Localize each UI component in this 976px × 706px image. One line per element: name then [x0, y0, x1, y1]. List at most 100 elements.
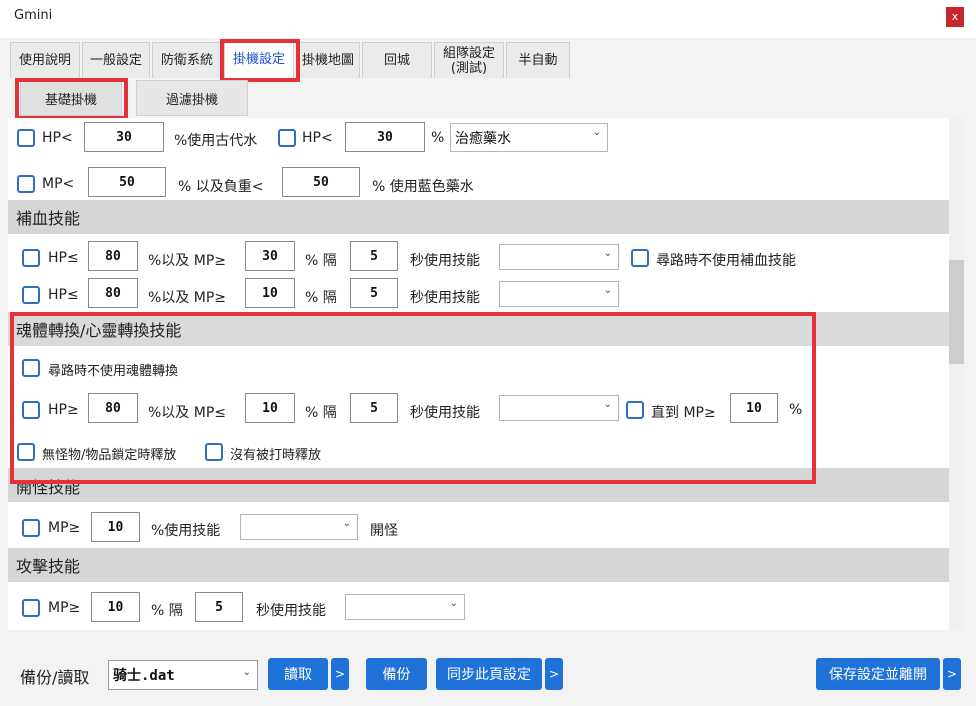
open-mp-label: MP≥ [48, 520, 81, 536]
tab-usage[interactable]: 使用說明 [10, 42, 80, 78]
no-soul-pathing-checkbox[interactable] [22, 359, 40, 377]
mp-label: MP< [42, 176, 75, 192]
tab-afk-settings[interactable]: 掛機設定 [224, 40, 294, 78]
until-mp-input[interactable]: 10 [730, 393, 778, 423]
scrollbar-thumb[interactable] [949, 260, 964, 364]
heal2-use-skill-label: 秒使用技能 [410, 290, 480, 306]
blue-water-label: % 使用藍色藥水 [372, 179, 474, 195]
sync-page-button[interactable]: 同步此頁設定 [436, 658, 542, 690]
heal1-mp-input[interactable]: 30 [245, 241, 295, 271]
save-exit-button[interactable]: 保存設定並離開 [816, 658, 940, 690]
open-use-skill-label: %使用技能 [151, 523, 221, 539]
bottom-bar: 備份/讀取 骑士.dat ⌄ 讀取 > 備份 同步此頁設定 > 保存設定並離開 … [0, 630, 976, 706]
no-soul-pathing-label: 尋路時不使用魂體轉換 [48, 364, 179, 379]
subtab-filter-afk[interactable]: 過濾掛機 [136, 80, 248, 116]
soul-hp-input[interactable]: 80 [88, 393, 138, 423]
mp-blue-water-checkbox[interactable] [17, 175, 35, 193]
heal2-mp-input[interactable]: 10 [245, 278, 295, 308]
soul-sec-input[interactable]: 5 [350, 393, 398, 423]
open-checkbox[interactable] [22, 519, 40, 537]
chevron-down-icon: ⌄ [342, 518, 351, 529]
soul-use-skill-label: 秒使用技能 [410, 405, 480, 421]
soul-checkbox[interactable] [22, 401, 40, 419]
chevron-down-icon: ⌄ [603, 399, 612, 410]
read-button[interactable]: 讀取 [268, 658, 328, 690]
chevron-down-icon: ⌄ [592, 127, 601, 138]
backup-button[interactable]: 備份 [366, 658, 427, 690]
open-section-header: 開怪技能 [8, 468, 949, 502]
chevron-down-icon: ⌄ [449, 598, 458, 609]
heal2-mp-label: %以及 MP≥ [148, 290, 227, 306]
chevron-down-icon: ⌄ [603, 285, 612, 296]
ancient-water-label: %使用古代水 [174, 133, 258, 149]
attack-section-header: 攻擊技能 [8, 548, 949, 582]
until-mp-checkbox[interactable] [626, 401, 644, 419]
tab-defense[interactable]: 防衛系統 [152, 42, 222, 78]
soul-mp-label: %以及 MP≤ [148, 405, 227, 421]
backup-file-selected: 骑士.dat [113, 668, 175, 684]
save-exit-more-button[interactable]: > [943, 658, 961, 690]
attack-skill-select[interactable]: ⌄ [345, 594, 465, 620]
heal1-checkbox[interactable] [22, 249, 40, 267]
settings-panel: HP< 30 %使用古代水 HP< 30 % 治癒藥水 ⌄ MP< 50 % 以… [8, 118, 949, 630]
tab-afk-map[interactable]: 掛機地圖 [296, 42, 360, 78]
tab-general[interactable]: 一般設定 [82, 42, 150, 78]
chevron-down-icon: ⌄ [603, 248, 612, 259]
close-button[interactable]: x [946, 7, 964, 27]
no-heal-pathing-checkbox[interactable] [631, 249, 649, 267]
no-heal-pathing-label: 尋路時不使用補血技能 [656, 253, 796, 269]
soul-section-header: 魂體轉換/心靈轉換技能 [8, 312, 949, 346]
vertical-scrollbar[interactable] [949, 118, 964, 630]
tab-semi-auto[interactable]: 半自動 [506, 42, 570, 78]
heal1-skill-select[interactable]: ⌄ [499, 244, 619, 270]
heal2-hp-input[interactable]: 80 [88, 278, 138, 308]
attack-sec-input[interactable]: 5 [195, 592, 243, 622]
no-monster-release-label: 無怪物/物品鎖定時釋放 [42, 448, 177, 463]
potion-select[interactable]: 治癒藥水 ⌄ [450, 123, 608, 152]
heal2-skill-select[interactable]: ⌄ [499, 281, 619, 307]
heal1-use-skill-label: 秒使用技能 [410, 253, 480, 269]
weight-input[interactable]: 50 [282, 167, 360, 197]
sync-more-button[interactable]: > [545, 658, 563, 690]
subtab-basic-afk[interactable]: 基礎掛機 [20, 80, 122, 116]
open-monster-label: 開怪 [370, 523, 398, 539]
heal1-mp-label: %以及 MP≥ [148, 253, 227, 269]
heal2-sec-input[interactable]: 5 [350, 278, 398, 308]
pct-label: % [431, 130, 445, 146]
soul-skill-select[interactable]: ⌄ [499, 395, 619, 421]
hp-potion-input[interactable]: 30 [345, 122, 425, 152]
heal1-sec-input[interactable]: 5 [350, 241, 398, 271]
attack-interval-label: % 隔 [151, 603, 183, 619]
soul-interval-label: % 隔 [305, 405, 337, 421]
attack-mp-label: MP≥ [48, 600, 81, 616]
weight-label: % 以及負重< [178, 179, 264, 195]
tab-return-town[interactable]: 回城 [362, 42, 432, 78]
open-skill-select[interactable]: ⌄ [240, 514, 358, 540]
read-more-button[interactable]: > [331, 658, 349, 690]
backup-file-select[interactable]: 骑士.dat ⌄ [108, 660, 258, 690]
mp-input[interactable]: 50 [88, 167, 166, 197]
hp-ancient-water-checkbox[interactable] [17, 129, 35, 147]
not-hit-release-checkbox[interactable] [205, 443, 223, 461]
soul-hp-label: HP≥ [48, 402, 79, 418]
backup-read-label: 備份/讀取 [20, 668, 90, 687]
soul-mp-input[interactable]: 10 [245, 393, 295, 423]
attack-use-skill-label: 秒使用技能 [256, 603, 326, 619]
heal2-checkbox[interactable] [22, 286, 40, 304]
open-mp-input[interactable]: 10 [91, 512, 140, 542]
heal-section-header: 補血技能 [8, 200, 949, 234]
window-title: Gmini [14, 8, 53, 23]
chevron-down-icon: ⌄ [242, 667, 251, 678]
attack-mp-input[interactable]: 10 [91, 592, 140, 622]
not-hit-release-label: 沒有被打時釋放 [230, 448, 322, 463]
until-pct-label: % [789, 402, 803, 418]
tab-strip: 使用說明 一般設定 防衛系統 掛機設定 掛機地圖 回城 組隊設定 (測試) 半自… [8, 38, 970, 78]
hp-ancient-input[interactable]: 30 [84, 122, 164, 152]
heal1-interval-label: % 隔 [305, 253, 337, 269]
no-monster-release-checkbox[interactable] [17, 443, 35, 461]
hp-potion-checkbox[interactable] [278, 129, 296, 147]
heal2-interval-label: % 隔 [305, 290, 337, 306]
heal1-hp-input[interactable]: 80 [88, 241, 138, 271]
attack-checkbox[interactable] [22, 599, 40, 617]
tab-party[interactable]: 組隊設定 (測試) [434, 42, 504, 78]
